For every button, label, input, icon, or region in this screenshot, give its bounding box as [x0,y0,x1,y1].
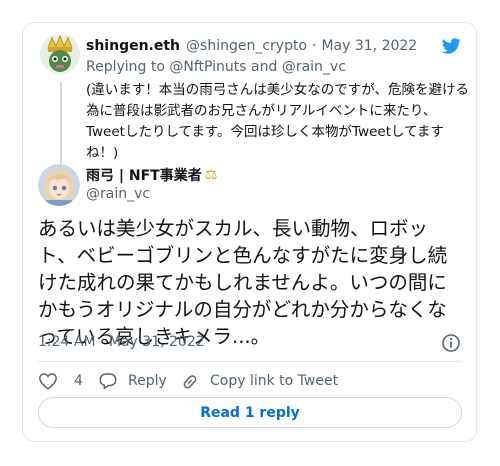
quoted-separator: · [312,38,317,54]
speech-bubble-icon [99,373,117,390]
quoted-display-name[interactable]: shingen.eth [86,38,180,54]
reply-button[interactable]: Reply [98,372,167,390]
like-count: 4 [74,373,83,389]
quoted-tweet-text: (違います！本当の雨弓さんは美少女なのですが、危険を避ける為に普段は影武者のお兄… [86,82,469,161]
quoted-handle[interactable]: @shingen_crypto [186,38,307,54]
quoted-avatar[interactable] [40,34,80,74]
quoted-date[interactable]: May 31, 2022 [321,38,417,54]
twitter-bird-icon[interactable] [440,36,462,56]
thread-connector-line [60,82,62,164]
copy-link-button[interactable]: Copy link to Tweet [180,372,338,390]
reply-label: Reply [128,373,167,389]
main-header: 雨弓 | NFT事業者 ⚖ [86,166,217,184]
main-avatar[interactable] [38,164,80,206]
tweet-timestamp[interactable]: 1:24 AM · May 31, 2022 [38,334,205,350]
like-button[interactable]: 4 [38,372,83,390]
divider [38,361,462,362]
heart-icon [39,373,57,390]
quoted-header: shingen.eth @shingen_crypto · May 31, 20… [86,37,417,55]
read-replies-button[interactable]: Read 1 reply [38,397,462,428]
main-handle[interactable]: @rain_vc [86,186,150,202]
balance-scale-icon: ⚖ [204,167,218,183]
main-display-name[interactable]: 雨弓 | NFT事業者 [86,165,202,185]
link-icon [183,375,197,389]
info-icon[interactable] [441,333,461,353]
copy-link-label: Copy link to Tweet [210,373,339,389]
read-replies-label: Read 1 reply [200,404,300,421]
replying-to[interactable]: Replying to @NftPinuts and @rain_vc [86,59,346,75]
main-tweet-text: あるいは美少女がスカル、長い動物、ロボット、ベビーゴブリンと色んなすがたに変身し… [38,217,448,348]
